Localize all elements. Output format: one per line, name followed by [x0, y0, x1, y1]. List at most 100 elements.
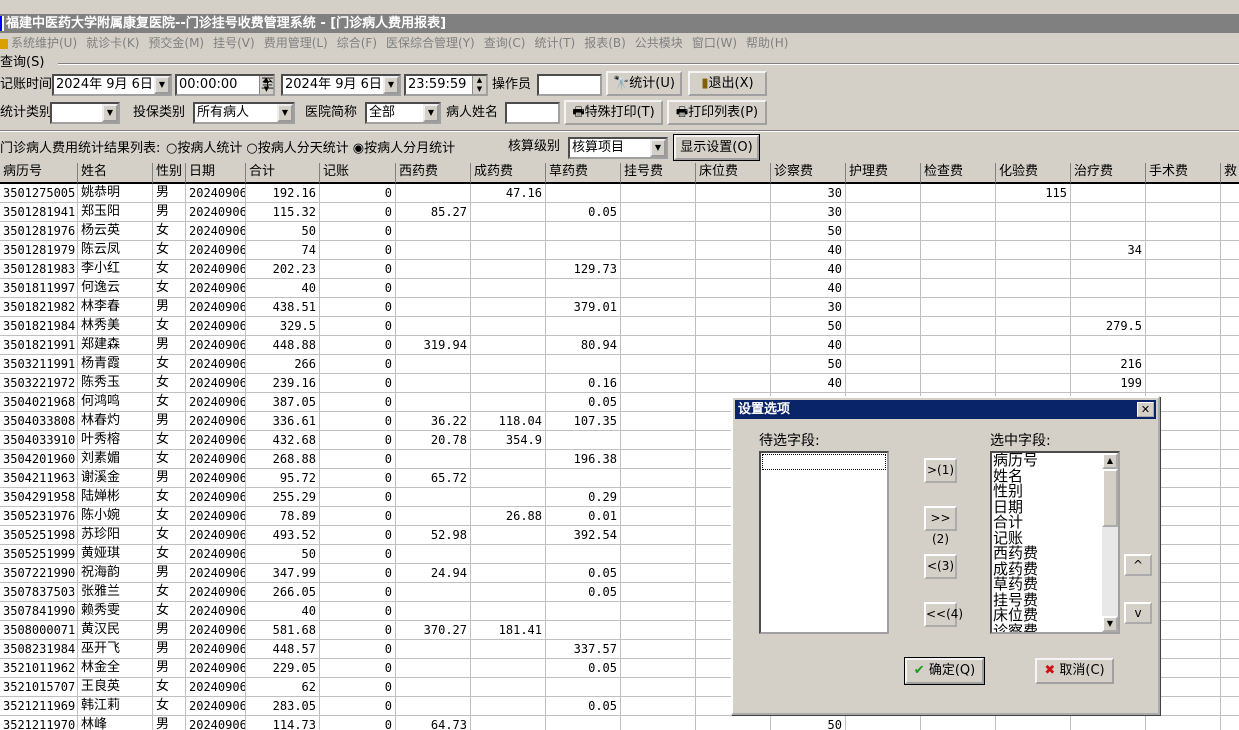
table-cell	[1221, 184, 1239, 203]
remove-all-button[interactable]: <<(4)	[924, 602, 963, 627]
table-cell	[471, 241, 546, 260]
scroll-down-icon[interactable]: ▼	[1102, 616, 1118, 632]
menu-item[interactable]: 系统维护(U)	[11, 36, 77, 50]
print-list-button[interactable]: 🖶打印列表(P)	[667, 100, 767, 125]
table-row[interactable]: 3503211991 杨青霞女 20240906 266 0 50 216	[0, 355, 1239, 374]
hospital-select[interactable]: 全部 ▼	[365, 102, 441, 124]
table-row[interactable]: 3501821991 郑建森男 20240906 448.88 0 319.94 80.94…	[0, 336, 1239, 355]
focus-item[interactable]	[762, 454, 886, 470]
cancel-button[interactable]: ✖ 取消(C)	[1035, 658, 1114, 684]
move-all-button[interactable]: >>(2)	[924, 506, 957, 546]
scroll-thumb[interactable]	[1102, 469, 1118, 527]
chevron-down-icon[interactable]: ▼	[102, 104, 118, 122]
menu-item[interactable]: 帮助(H)	[746, 36, 788, 50]
radio-option[interactable]: ○按病人统计	[166, 141, 242, 156]
start-date-picker[interactable]: 2024年 9月 6日 ▼	[52, 74, 172, 96]
table-row[interactable]: 3501281983 李小红女 20240906 202.23 0 129.73 40	[0, 260, 1239, 279]
column-header[interactable]: 治疗费	[1071, 163, 1146, 184]
level-select[interactable]: 核算项目 ▼	[568, 137, 668, 159]
table-row[interactable]: 3521211970 林峰男 20240906 114.73 0 64.73 50	[0, 716, 1239, 730]
menu-item[interactable]: 查询(C)	[484, 36, 526, 50]
display-settings-button[interactable]: 显示设置(O)	[673, 134, 760, 161]
scrollbar[interactable]: ▲ ▼	[1102, 453, 1118, 632]
exit-button[interactable]: ▮退出(X)	[688, 71, 767, 96]
selected-fields-list[interactable]: 病历号 姓名 性别 日期 合计 记账 西药费 成药费 草药费 挂号费 床位费 诊察费 ▲ ▼	[990, 451, 1120, 634]
table-row[interactable]: 3501275005 姚恭明男 20240906 192.16 0 47.16 30 115	[0, 184, 1239, 203]
chevron-down-icon[interactable]: ▼	[383, 76, 399, 94]
close-button[interactable]: ✕	[1137, 402, 1154, 417]
stat-type-select[interactable]: ▼	[50, 102, 120, 124]
end-time-input[interactable]: 23:59:59 ▲ ▼	[404, 74, 488, 96]
selected-field-item[interactable]: 诊察费	[993, 623, 1118, 632]
table-cell: 女	[153, 279, 186, 298]
table-cell: 20240906	[186, 640, 246, 659]
column-header[interactable]: 合计	[246, 163, 320, 184]
menu-item[interactable]: 报表(B)	[584, 36, 626, 50]
column-header[interactable]: 床位费	[696, 163, 771, 184]
table-row[interactable]: 3501281976 杨云英女 20240906 50 0 50	[0, 222, 1239, 241]
special-print-button[interactable]: 🖶特殊打印(T)	[564, 100, 663, 125]
column-header[interactable]: 记账	[320, 163, 396, 184]
stat-button[interactable]: 🔭统计(U)	[606, 71, 682, 96]
radio-option[interactable]: ◉按病人分月统计	[353, 141, 455, 156]
move-one-button[interactable]: >(1)	[924, 458, 957, 483]
menu-item[interactable]: 统计(T)	[534, 36, 575, 50]
available-fields-list[interactable]	[759, 451, 889, 634]
table-row[interactable]: 3503221972 陈秀玉女 20240906 239.16 0 0.16 40 199	[0, 374, 1239, 393]
patient-name-input[interactable]	[505, 102, 560, 124]
column-header[interactable]: 护理费	[846, 163, 921, 184]
radio-unchecked-icon[interactable]: ○	[246, 141, 257, 156]
remove-one-button[interactable]: <(3)	[924, 554, 957, 579]
table-cell	[1221, 203, 1239, 222]
column-header[interactable]: 日期	[186, 163, 246, 184]
table-row[interactable]: 3501821982 林李春男 20240906 438.51 0 379.01 30	[0, 298, 1239, 317]
table-cell	[546, 678, 621, 697]
table-cell: 20240906	[186, 488, 246, 507]
column-header[interactable]: 化验费	[996, 163, 1071, 184]
table-cell: 216	[1071, 355, 1146, 374]
menu-item[interactable]: 公共模块	[635, 36, 683, 50]
menu-item[interactable]: 就诊卡(K)	[86, 36, 139, 50]
radio-option[interactable]: ○按病人分天统计	[246, 141, 348, 156]
move-down-button[interactable]: v	[1124, 602, 1152, 624]
menu-item[interactable]: 预交金(M)	[148, 36, 204, 50]
scroll-up-icon[interactable]: ▲	[1102, 453, 1118, 469]
chevron-down-icon[interactable]: ▼	[154, 76, 170, 94]
chevron-down-icon[interactable]: ▼	[277, 104, 293, 122]
menu-item[interactable]: 综合(F)	[337, 36, 377, 50]
table-row[interactable]: 3501281941 郑玉阳男 20240906 115.32 0 85.27 0.05 30	[0, 203, 1239, 222]
column-header[interactable]: 病历号	[0, 163, 78, 184]
chevron-down-icon[interactable]: ▼	[423, 104, 439, 122]
system-menu-icon[interactable]	[0, 38, 8, 49]
column-header[interactable]: 成药费	[471, 163, 546, 184]
table-cell: 3501811997	[0, 279, 78, 298]
radio-unchecked-icon[interactable]: ○	[166, 141, 177, 156]
start-time-input[interactable]: 00:00:00 ▲ ▼	[175, 74, 275, 96]
insure-select[interactable]: 所有病人 ▼	[193, 102, 295, 124]
table-cell	[396, 659, 471, 678]
menu-item[interactable]: 费用管理(L)	[264, 36, 328, 50]
column-header[interactable]: 救	[1221, 163, 1239, 184]
ok-button[interactable]: ✔ 确定(Q)	[904, 657, 985, 685]
spinner-icon[interactable]: ▲ ▼	[472, 76, 486, 94]
move-up-button[interactable]: ^	[1124, 554, 1152, 576]
menu-item[interactable]: 挂号(V)	[213, 36, 255, 50]
column-header[interactable]: 性别	[153, 163, 186, 184]
column-header[interactable]: 姓名	[78, 163, 153, 184]
column-header[interactable]: 检查费	[921, 163, 996, 184]
table-row[interactable]: 3501811997 何逸云女 20240906 40 0 40	[0, 279, 1239, 298]
menu-item[interactable]: 窗口(W)	[692, 36, 737, 50]
table-row[interactable]: 3501281979 陈云凤女 20240906 74 0 40 34	[0, 241, 1239, 260]
column-header[interactable]: 草药费	[546, 163, 621, 184]
column-header[interactable]: 诊察费	[771, 163, 846, 184]
chevron-down-icon[interactable]: ▼	[650, 139, 666, 157]
operator-input[interactable]	[537, 74, 602, 96]
menu-item[interactable]: 医保综合管理(Y)	[386, 36, 475, 50]
end-date-picker[interactable]: 2024年 9月 6日 ▼	[281, 74, 401, 96]
column-header[interactable]: 手术费	[1146, 163, 1221, 184]
column-header[interactable]: 挂号费	[621, 163, 696, 184]
table-row[interactable]: 3501821984 林秀美女 20240906 329.5 0 50 279.5	[0, 317, 1239, 336]
table-cell: 0	[320, 602, 396, 621]
radio-checked-icon[interactable]: ◉	[353, 141, 364, 156]
column-header[interactable]: 西药费	[396, 163, 471, 184]
